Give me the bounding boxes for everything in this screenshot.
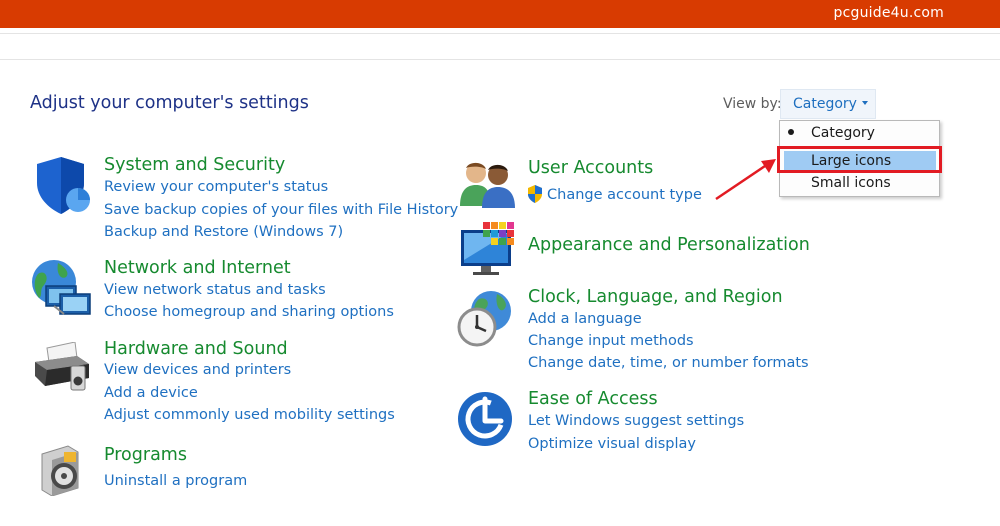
divider [0, 59, 1000, 60]
link-add-a-language[interactable]: Add a language [528, 311, 642, 327]
ease-of-access-icon [458, 392, 512, 446]
monitor-icon [461, 222, 514, 275]
programs-disc-icon [41, 445, 79, 496]
link-view-devices-printers[interactable]: View devices and printers [104, 362, 291, 378]
clock-globe-icon [457, 291, 511, 347]
link-windows-suggest-settings[interactable]: Let Windows suggest settings [528, 413, 744, 429]
divider [0, 33, 1000, 34]
network-globe-icon [32, 260, 91, 315]
users-icon [460, 162, 515, 208]
menu-item-small-icons[interactable]: Small icons [811, 175, 891, 191]
link-view-network-status[interactable]: View network status and tasks [104, 282, 326, 298]
category-hardware-and-sound[interactable]: Hardware and Sound [104, 339, 288, 359]
menu-item-category[interactable]: Category [811, 125, 875, 141]
category-network-and-internet[interactable]: Network and Internet [104, 258, 291, 278]
category-system-and-security[interactable]: System and Security [104, 155, 285, 175]
link-homegroup-sharing[interactable]: Choose homegroup and sharing options [104, 304, 394, 320]
annotation-arrow-icon [715, 159, 776, 201]
uac-shield-icon [528, 185, 542, 203]
category-clock-language-region[interactable]: Clock, Language, and Region [528, 287, 783, 307]
view-by-selected: Category [793, 96, 857, 112]
selected-bullet-icon [788, 129, 794, 135]
link-uninstall-program[interactable]: Uninstall a program [104, 473, 247, 489]
link-change-account-type[interactable]: Change account type [547, 187, 702, 203]
link-change-date-time-formats[interactable]: Change date, time, or number formats [528, 355, 809, 371]
link-save-backup-copies[interactable]: Save backup copies of your files with Fi… [104, 202, 458, 218]
category-user-accounts[interactable]: User Accounts [528, 158, 653, 178]
category-programs[interactable]: Programs [104, 445, 187, 465]
view-by-label: View by: [723, 96, 782, 112]
link-add-a-device[interactable]: Add a device [104, 385, 198, 401]
link-change-input-methods[interactable]: Change input methods [528, 333, 694, 349]
link-mobility-settings[interactable]: Adjust commonly used mobility settings [104, 407, 395, 423]
link-backup-and-restore[interactable]: Backup and Restore (Windows 7) [104, 224, 343, 240]
annotation-highlight-box [777, 146, 942, 173]
link-review-computer-status[interactable]: Review your computer's status [104, 179, 328, 195]
view-by-dropdown-button[interactable]: Category [780, 89, 876, 119]
top-banner: pcguide4u.com [0, 0, 1000, 28]
printer-icon [35, 342, 89, 391]
category-appearance-and-personalization[interactable]: Appearance and Personalization [528, 235, 810, 255]
category-ease-of-access[interactable]: Ease of Access [528, 389, 658, 409]
page-title: Adjust your computer's settings [30, 93, 309, 113]
shield-icon [37, 157, 90, 214]
chevron-down-icon [861, 100, 868, 105]
link-optimize-visual-display[interactable]: Optimize visual display [528, 436, 696, 452]
watermark-text: pcguide4u.com [833, 5, 944, 21]
